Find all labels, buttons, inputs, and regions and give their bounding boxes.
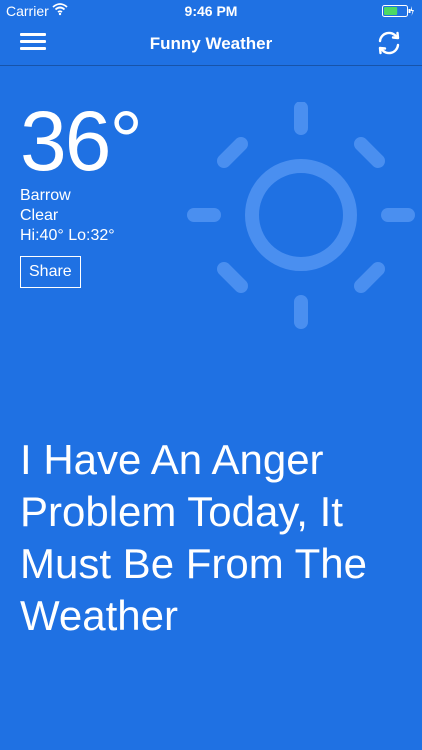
location-label: Barrow	[20, 187, 71, 204]
battery-icon	[382, 5, 414, 17]
navigation-bar: Funny Weather	[0, 22, 422, 66]
refresh-icon[interactable]	[376, 30, 402, 56]
temperature-readout: 36°	[20, 94, 143, 188]
battery-fill	[384, 7, 398, 15]
status-time: 9:46 PM	[184, 3, 238, 19]
condition-label: Clear	[20, 207, 59, 224]
funny-quote: I Have An Anger Problem Today, It Must B…	[20, 436, 367, 639]
status-bar: Carrier 9:46 PM	[0, 0, 422, 22]
hi-lo-label: Hi:40° Lo:32°	[20, 227, 115, 244]
app-title: Funny Weather	[149, 34, 273, 53]
share-button[interactable]: Share	[20, 256, 81, 288]
weather-summary: 36° Barrow Clear Hi:40° Lo:32° Share	[20, 96, 200, 288]
charging-icon	[410, 6, 414, 16]
sun-icon	[187, 102, 415, 329]
